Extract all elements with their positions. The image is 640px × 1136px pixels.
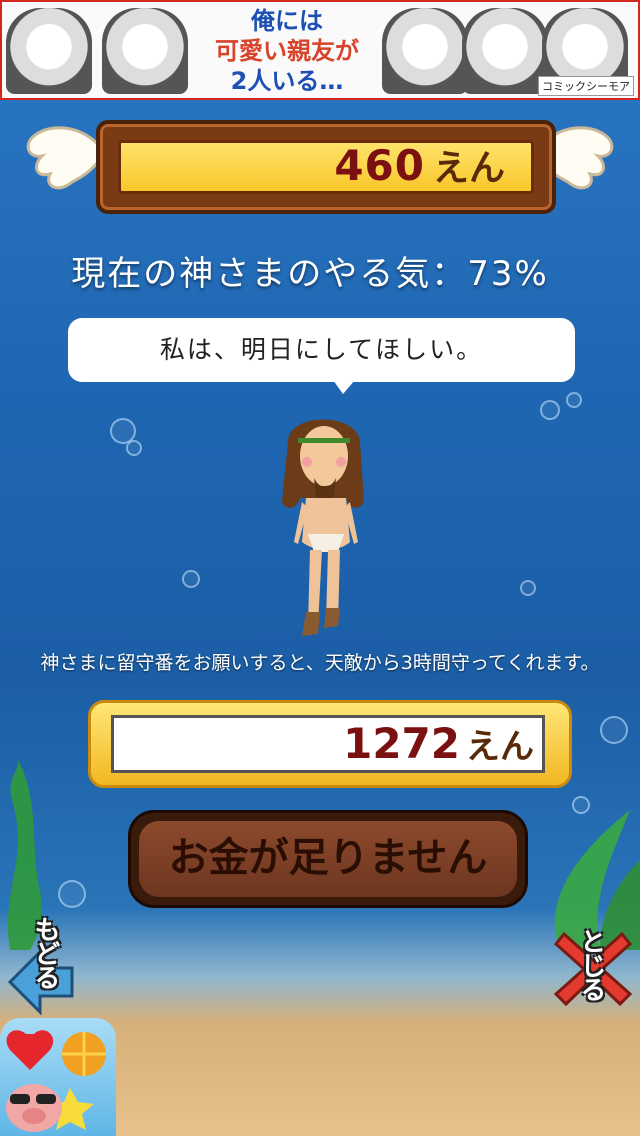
money-display: 460 えん xyxy=(96,120,556,214)
money-display-inner: 460 えん xyxy=(118,140,534,194)
god-character-image xyxy=(282,419,364,636)
bubble-decoration xyxy=(540,400,560,420)
manga-character-image xyxy=(6,8,92,94)
speech-bubble: 私は、明日にしてほしい。 xyxy=(68,318,575,382)
ad-title: 俺には 可愛い親友が 2人いる… xyxy=(192,6,382,96)
ad-brand: コミックシーモア xyxy=(538,76,634,96)
manga-character-image xyxy=(102,8,188,94)
speech-bubble-tail xyxy=(333,380,355,394)
wing-left-icon xyxy=(26,126,106,190)
cost-display-inner: 1272 えん xyxy=(111,715,545,773)
manga-character-image xyxy=(382,8,468,94)
app-ad-icon[interactable] xyxy=(0,1018,116,1136)
cost-value: 1272 xyxy=(343,719,460,768)
manga-character-image xyxy=(462,8,548,94)
back-label: もどる xyxy=(30,916,60,988)
bubble-decoration xyxy=(520,580,536,596)
ad-title-line3: 2人いる… xyxy=(230,67,344,95)
close-label: とじる xyxy=(576,928,606,1000)
bubble-decoration xyxy=(182,570,200,588)
candy-game-icon xyxy=(6,1030,106,1132)
back-button[interactable]: もどる xyxy=(6,916,86,1016)
ad-title-line2: 可愛い親友が xyxy=(215,37,359,65)
ad-banner[interactable]: 俺には 可愛い親友が 2人いる… コミックシーモア xyxy=(0,0,640,100)
bubble-decoration xyxy=(566,392,582,408)
cost-unit: えん xyxy=(466,727,534,767)
motivation-text: 現在の神さまのやる気：73% xyxy=(71,254,549,294)
money-value: 460 xyxy=(334,141,425,190)
info-text: 神さまに留守番をお願いすると、天敵から3時間守ってくれます。 xyxy=(40,652,600,674)
ad-title-line1: 俺には xyxy=(251,7,323,35)
money-unit: えん xyxy=(432,148,505,189)
bubble-decoration xyxy=(126,440,142,456)
close-button[interactable]: とじる xyxy=(552,926,634,1018)
bubble-decoration xyxy=(600,716,628,744)
buy-button[interactable]: お金が足りません xyxy=(128,810,528,908)
buy-button-label: お金が足りません xyxy=(139,821,517,897)
cost-display: 1272 えん xyxy=(88,700,572,788)
